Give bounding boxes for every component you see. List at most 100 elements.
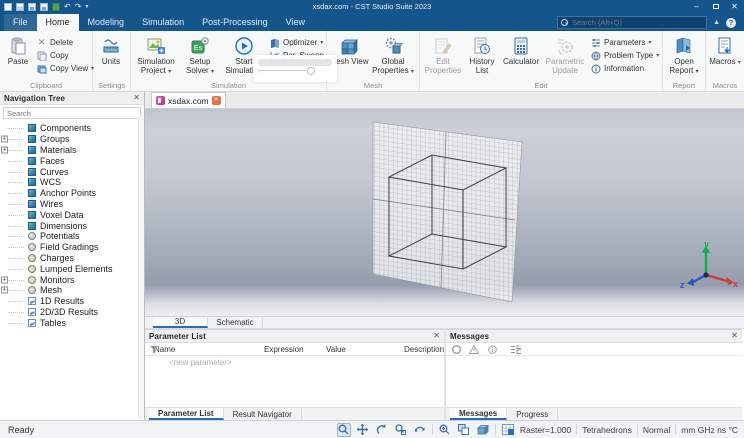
menu-tab[interactable]: View [277,14,314,31]
search-input[interactable] [572,18,701,27]
tree-search-input[interactable] [7,108,137,118]
help-icon[interactable]: ? [726,17,736,28]
simulation-project-button[interactable]: Simulation Project ▾ [133,33,179,77]
panel-tab[interactable]: Result Navigator [224,408,302,420]
zoom-select-icon[interactable] [394,423,408,437]
tree-item[interactable]: 2D/3D Results [0,307,144,318]
save-all-icon[interactable] [40,2,48,11]
navigation-tree-close-icon[interactable]: ✕ [133,94,140,102]
tree-item[interactable]: 1D Results [0,296,144,307]
menu-tab[interactable]: Modeling [79,14,134,31]
tree-item[interactable]: Curves [0,166,144,177]
calculator-button[interactable]: Calculator [500,33,542,68]
tree-item[interactable]: Lumped Elements [0,263,144,274]
edit-properties-button[interactable]: Edit Properties [422,33,464,77]
pan-tool-icon[interactable] [356,423,370,437]
3d-viewport[interactable]: y x z [145,109,744,316]
tree-item[interactable]: Tables [0,317,144,328]
copy-button[interactable]: Copy [34,49,96,62]
redo-icon[interactable]: ↷ [75,2,82,11]
bounding-box-icon[interactable] [476,423,490,437]
minimize-button[interactable]: – [687,0,706,13]
rotate-tool-icon[interactable] [375,423,389,437]
mesh-update-icon[interactable] [501,423,515,437]
expand-icon[interactable] [1,135,8,143]
tree-item[interactable]: Components [0,123,144,134]
column-header[interactable]: Name [154,345,264,354]
panel-tab[interactable]: Parameter List [149,408,224,420]
view-tab[interactable]: Schematic [208,317,263,328]
view-tab[interactable]: 3D [153,317,208,328]
tree-item[interactable]: Charges [0,253,144,264]
menu-tab[interactable]: Home [36,14,79,31]
save-icon[interactable] [28,2,36,11]
tree-scrollbar[interactable] [138,117,144,420]
open-report-button[interactable]: Open Report ▾ [665,33,703,77]
info-filter-icon[interactable] [487,344,497,354]
status-units[interactable]: mm GHz ns °C [681,425,738,435]
column-header[interactable]: Expression [264,345,326,354]
status-raster[interactable]: Raster=1.000 [520,425,571,435]
zoom-fit-icon[interactable] [438,423,452,437]
tree-item[interactable]: Field Gradings [0,242,144,253]
parameter-table-body[interactable] [145,368,444,407]
tree-item[interactable]: Materials [0,145,144,156]
new-file-icon[interactable] [4,2,12,11]
expand-icon[interactable] [1,286,8,294]
parametric-update-button[interactable]: Parametric Update [542,33,588,77]
status-mesh-type[interactable]: Tetrahedrons [582,425,632,435]
error-filter-icon[interactable] [451,344,461,354]
panel-tab[interactable]: Messages [450,408,508,420]
global-properties-button[interactable]: Global Properties ▾ [369,33,417,77]
view-list-icon[interactable] [511,344,521,354]
menu-tab[interactable]: Post-Processing [193,14,277,31]
optimizer-button[interactable]: Optimizer ▾ [267,36,326,49]
problem-type-button[interactable]: Problem Type ▾ [588,49,661,62]
document-tab-close-icon[interactable]: ✕ [211,96,221,105]
warning-filter-icon[interactable] [469,344,479,354]
tree-item[interactable]: Dimensions [0,220,144,231]
collapse-ribbon-icon[interactable]: ▲ [713,19,720,26]
rotate-view-icon[interactable] [413,423,427,437]
delete-button[interactable]: ✕ Delete [34,36,96,49]
copy-view-button[interactable]: Copy View ▾ [34,62,96,75]
undo-icon[interactable]: ↶ [64,2,71,11]
expand-icon[interactable] [1,146,8,154]
tree-search-box[interactable] [3,107,141,119]
split-windows-icon[interactable] [457,423,471,437]
menu-tab[interactable]: Simulation [133,14,193,31]
information-button[interactable]: Information [588,62,661,75]
import-icon[interactable] [52,2,60,11]
tree-item[interactable]: Groups [0,134,144,145]
parameter-list-close-icon[interactable]: ✕ [433,332,440,340]
units-button[interactable]: Units [95,33,127,68]
qat-menu-icon[interactable]: ▾ [85,3,88,11]
tree-item[interactable]: WCS [0,177,144,188]
paste-button[interactable]: Paste [2,33,34,68]
tree-item[interactable]: Wires [0,199,144,210]
tree-item[interactable]: Faces [0,155,144,166]
zoom-tool-icon[interactable] [336,422,351,437]
tree-item[interactable]: Voxel Data [0,209,144,220]
maximize-button[interactable] [706,0,725,13]
tree-item[interactable]: Potentials [0,231,144,242]
search-box[interactable] [557,16,708,29]
status-render-mode[interactable]: Normal [643,425,670,435]
menu-tab[interactable]: File [4,14,37,31]
tree-item[interactable]: Anchor Points [0,188,144,199]
close-button[interactable]: ✕ [725,0,744,13]
parameters-button[interactable]: Parameters ▾ [588,36,661,49]
setup-solver-button[interactable]: Es Setup Solver ▾ [179,33,221,77]
expand-icon[interactable] [1,276,8,284]
panel-tab[interactable]: Progress [507,408,559,420]
open-file-icon[interactable] [16,2,24,11]
new-parameter-row[interactable]: <new parameter> [145,356,444,368]
macros-button[interactable]: Macros ▾ [708,33,742,68]
messages-body[interactable] [446,356,742,407]
tree-item[interactable]: Mesh [0,285,144,296]
messages-close-icon[interactable]: ✕ [731,332,738,340]
history-list-button[interactable]: History List [464,33,500,77]
tree-item[interactable]: Monitors [0,274,144,285]
column-header[interactable]: Value [326,345,404,354]
document-tab[interactable]: xsdax.com ✕ [151,92,226,108]
